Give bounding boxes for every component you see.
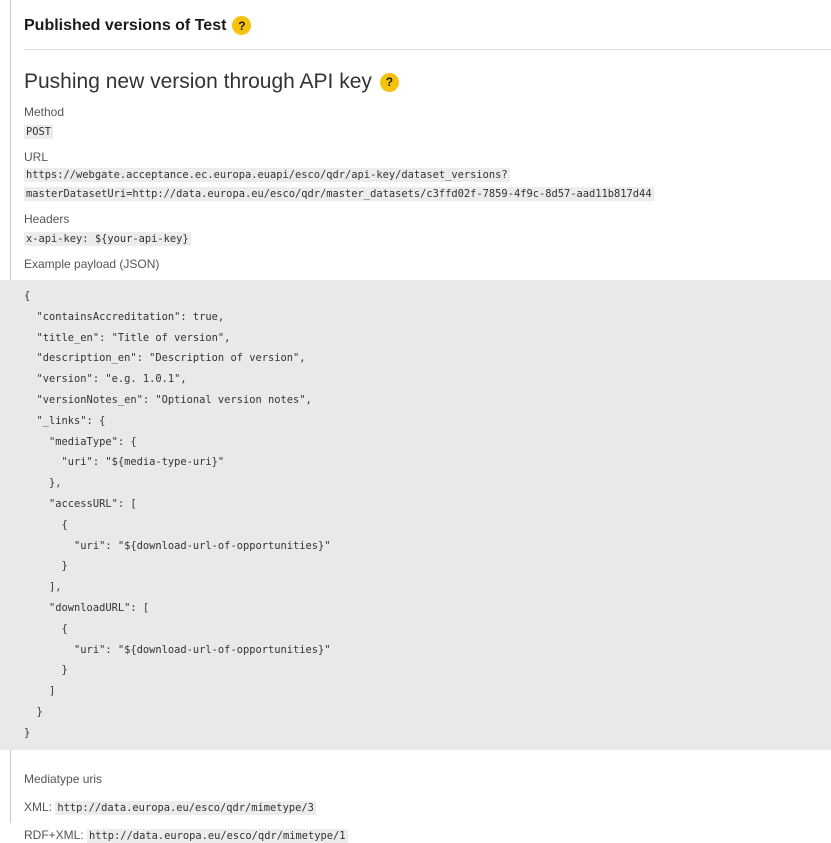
headers-label: Headers	[24, 212, 70, 226]
api-title-row: Pushing new version through API key ?	[24, 68, 831, 96]
mediatype-rdf-label: RDF+XML:	[24, 827, 84, 842]
mediatype-xml-label: XML:	[24, 799, 53, 814]
url-label: URL	[24, 150, 49, 164]
help-icon[interactable]: ?	[379, 72, 399, 92]
method-label: Method	[24, 105, 65, 119]
method-value: POST	[24, 125, 54, 139]
section-header: Published versions of Test ?	[24, 2, 831, 50]
url-line-2: masterDatasetUri=http://data.europa.eu/e…	[24, 187, 654, 201]
help-icon[interactable]: ?	[232, 16, 252, 35]
url-line-1: https://webgate.acceptance.ec.europa.eua…	[24, 168, 510, 182]
api-title: Pushing new version through API key	[24, 70, 372, 93]
mediatype-xml-row: XML: http://data.europa.eu/esco/qdr/mime…	[24, 799, 831, 815]
mediatype-xml-uri: http://data.europa.eu/esco/qdr/mimetype/…	[55, 800, 316, 815]
api-panel: Published versions of Test ? Pushing new…	[0, 0, 831, 843]
section-title: Published versions of Test	[24, 16, 227, 34]
mediatype-label: Mediatype uris	[24, 771, 103, 786]
header-value: x-api-key: ${your-api-key}	[24, 232, 191, 246]
payload-code-block: { "containsAccreditation": true, "title_…	[0, 280, 831, 750]
mediatype-rdf-uri: http://data.europa.eu/esco/qdr/mimetype/…	[87, 828, 348, 843]
mediatype-rdf-row: RDF+XML: http://data.europa.eu/esco/qdr/…	[24, 827, 831, 843]
payload-label: Example payload (JSON)	[24, 257, 160, 271]
url-value: https://webgate.acceptance.ec.europa.eua…	[24, 165, 831, 203]
